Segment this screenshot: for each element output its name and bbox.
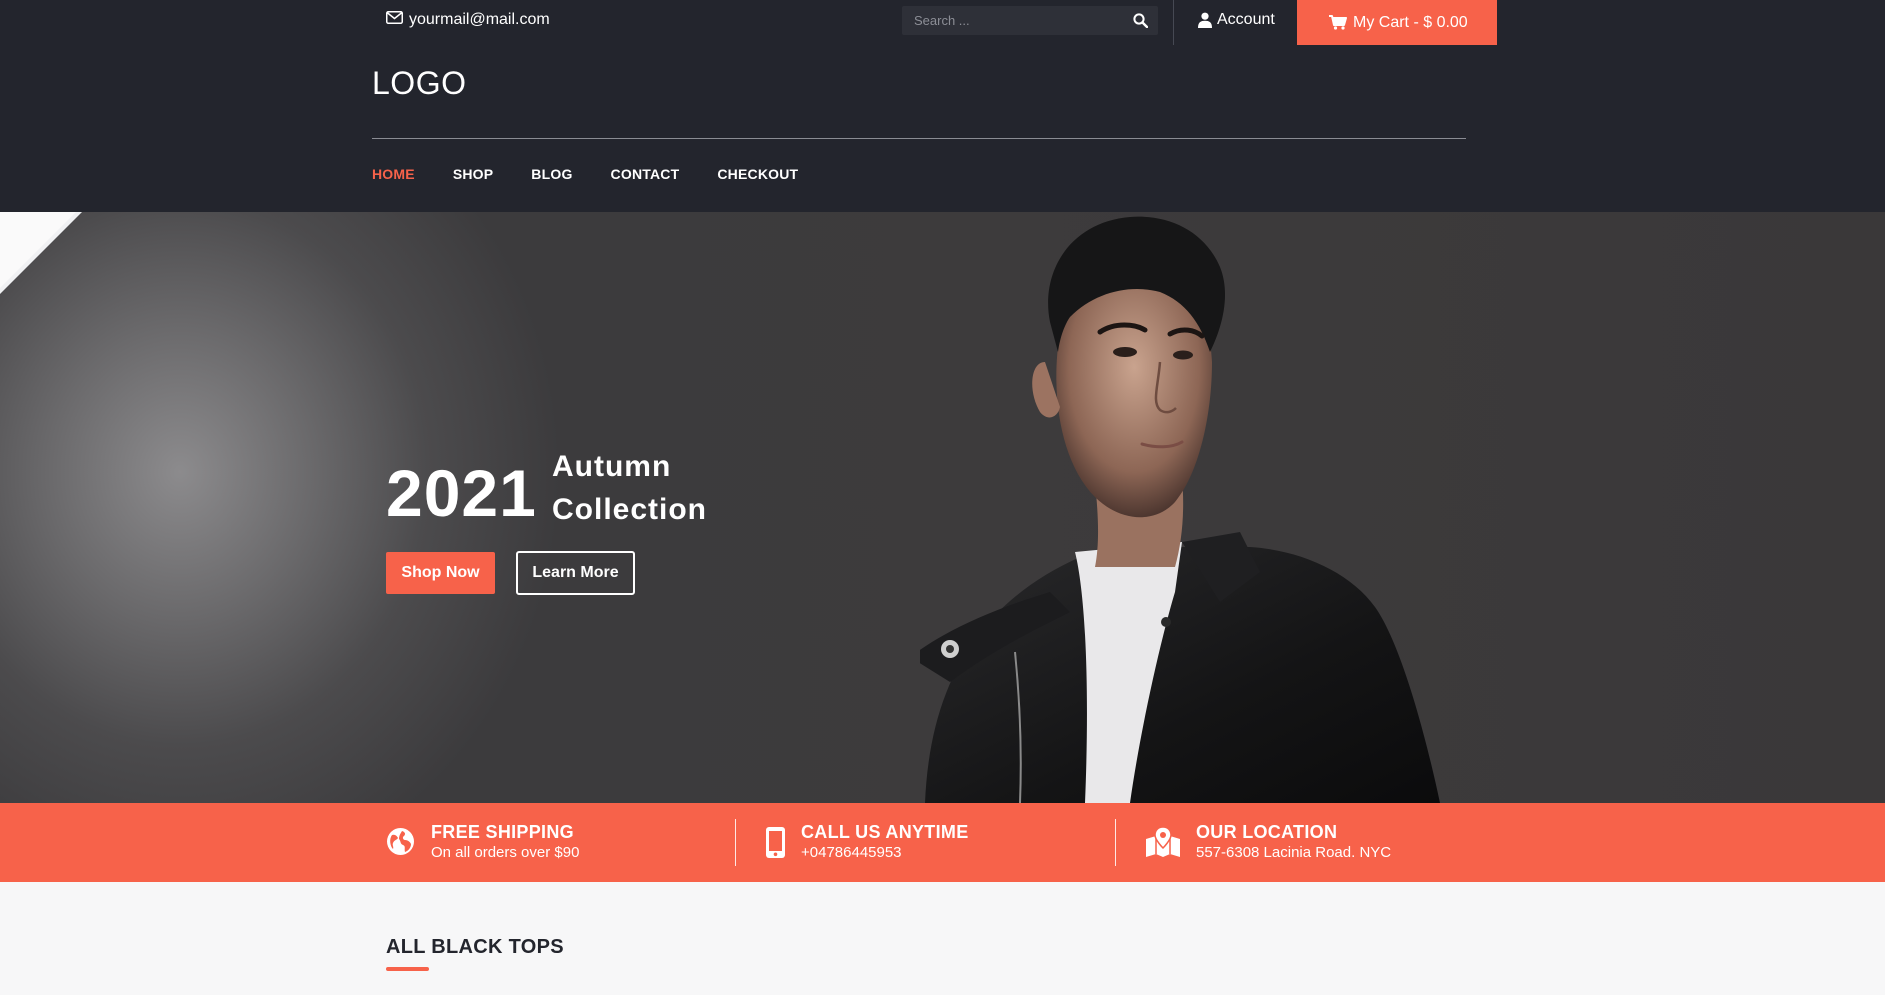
feature-strip: FREE SHIPPING On all orders over $90 CAL…: [0, 803, 1885, 882]
hero-collection-line1: Autumn: [552, 450, 672, 483]
feature-title: FREE SHIPPING: [431, 822, 574, 842]
map-location-icon: [1146, 827, 1180, 857]
top-divider: [1173, 0, 1174, 45]
site-header: LOGO HOME SHOP BLOG CONTACT CHECKOUT: [0, 45, 1885, 212]
nav-contact[interactable]: CONTACT: [611, 166, 680, 182]
account-label: Account: [1217, 11, 1275, 28]
hero-collection-line2: Collection: [552, 493, 708, 526]
section-title-underline: [386, 967, 429, 971]
hero-banner: 2021 Autumn Collection Shop Now Learn Mo…: [0, 212, 1885, 803]
feature-location: OUR LOCATION 557-6308 Lacinia Road. NYC: [1146, 822, 1391, 864]
cart-button[interactable]: My Cart - $ 0.00: [1297, 0, 1497, 45]
feature-divider: [735, 819, 736, 866]
feature-text: CALL US ANYTIME +04786445953: [801, 822, 969, 864]
nav-blog[interactable]: BLOG: [531, 166, 572, 182]
search-input[interactable]: [902, 6, 1122, 35]
feature-subtitle: 557-6308 Lacinia Road. NYC: [1196, 844, 1392, 861]
feature-title: CALL US ANYTIME: [801, 822, 969, 842]
search-icon: [1132, 13, 1148, 28]
nav-shop[interactable]: SHOP: [453, 166, 493, 182]
envelope-icon: [386, 11, 403, 29]
shopping-cart-icon: [1329, 15, 1347, 30]
search-button[interactable]: [1122, 6, 1158, 35]
feature-text: FREE SHIPPING On all orders over $90: [431, 822, 579, 864]
cart-label: My Cart - $ 0.00: [1353, 13, 1468, 31]
feature-title: OUR LOCATION: [1196, 822, 1338, 842]
top-bar: yourmail@mail.com Account My Cart - $ 0.…: [0, 0, 1885, 45]
user-icon: [1198, 12, 1212, 28]
learn-more-button[interactable]: Learn More: [516, 551, 635, 595]
hero-collection-title: Autumn Collection: [552, 445, 707, 531]
feature-divider: [1115, 819, 1116, 866]
email-text: yourmail@mail.com: [409, 11, 550, 28]
main-nav: HOME SHOP BLOG CONTACT CHECKOUT: [372, 166, 836, 182]
globe-icon: [387, 828, 414, 855]
feature-subtitle: On all orders over $90: [431, 844, 580, 861]
products-section: ALL BLACK TOPS: [0, 882, 1885, 995]
feature-call-us: CALL US ANYTIME +04786445953: [766, 822, 969, 864]
section-title: ALL BLACK TOPS: [386, 936, 564, 958]
feature-free-shipping: FREE SHIPPING On all orders over $90: [386, 822, 579, 864]
site-logo[interactable]: LOGO: [372, 65, 466, 102]
nav-checkout[interactable]: CHECKOUT: [717, 166, 798, 182]
hero-year: 2021: [386, 456, 537, 530]
feature-text: OUR LOCATION 557-6308 Lacinia Road. NYC: [1196, 822, 1391, 864]
email-link[interactable]: yourmail@mail.com: [386, 11, 550, 29]
header-divider: [372, 138, 1466, 139]
shop-now-button[interactable]: Shop Now: [386, 552, 495, 594]
hero-light-corner-inner: [0, 212, 76, 288]
account-link[interactable]: Account: [1198, 11, 1275, 29]
search-box: [902, 6, 1158, 35]
mobile-phone-icon: [766, 827, 785, 858]
nav-home[interactable]: HOME: [372, 166, 415, 182]
hero-model-image: [920, 216, 1440, 803]
feature-subtitle: +04786445953: [801, 844, 902, 861]
